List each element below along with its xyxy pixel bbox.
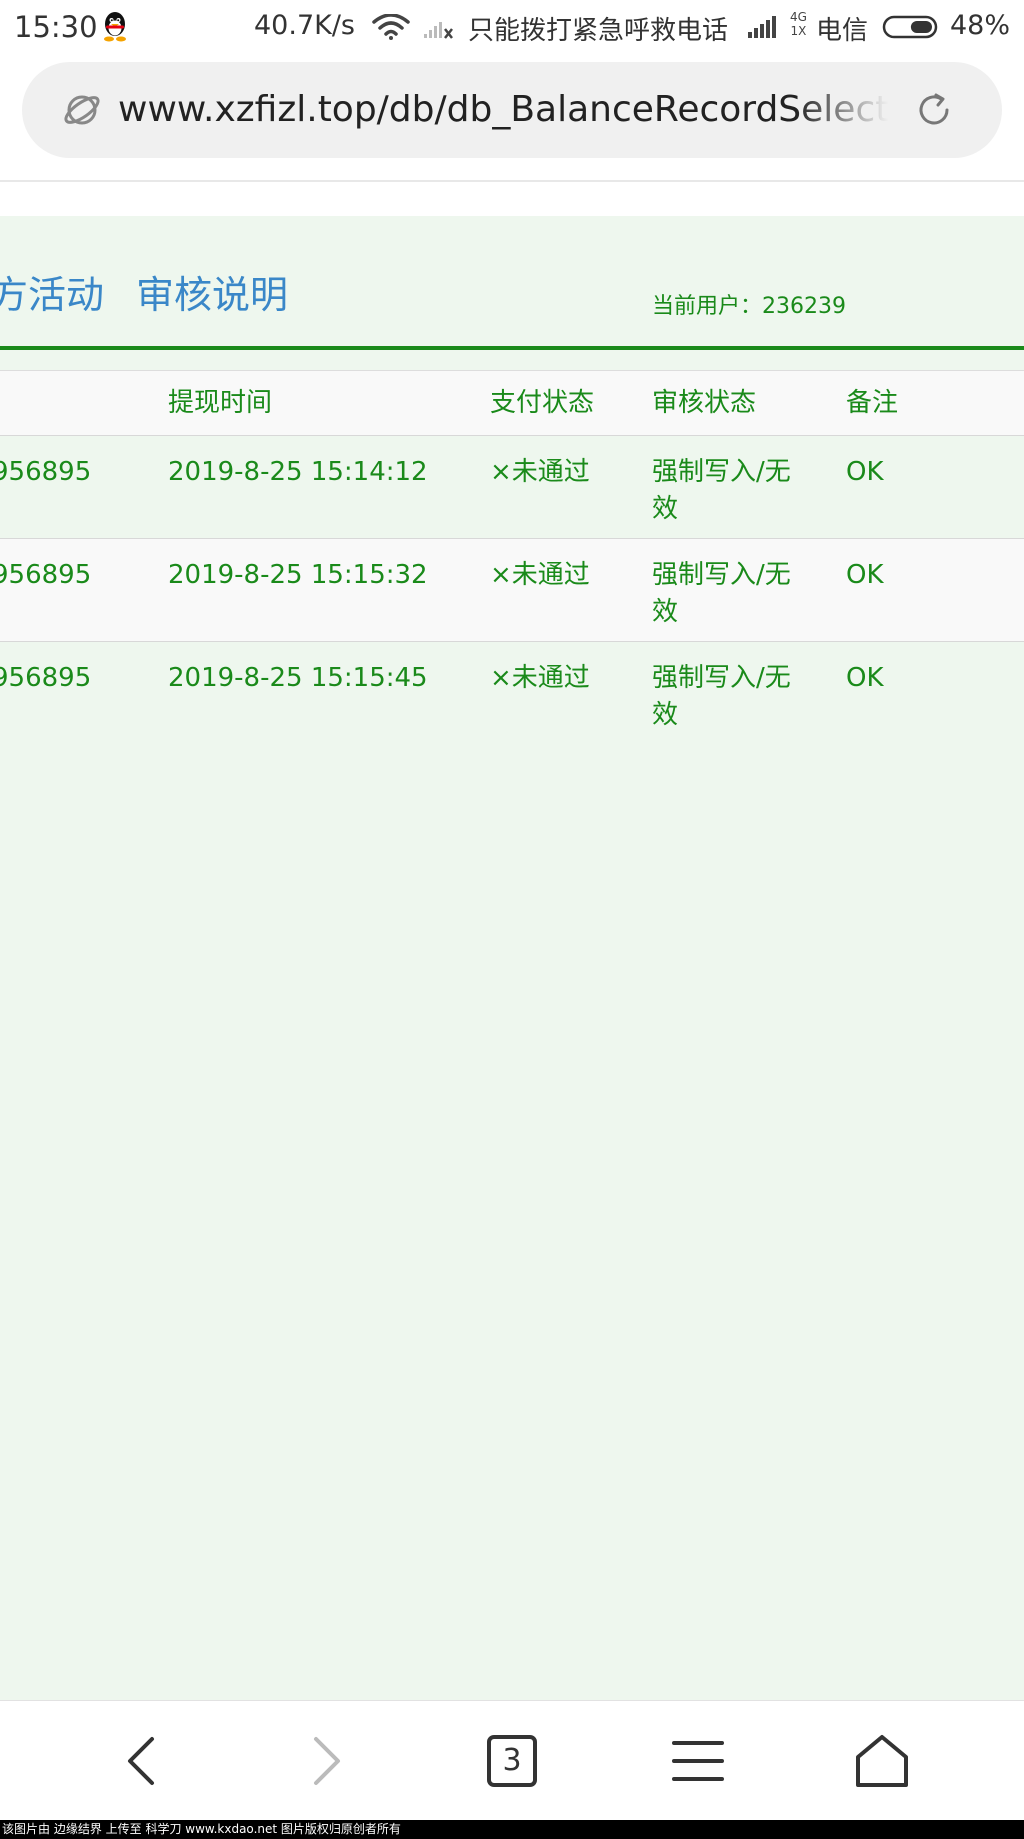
table-header-row: 提现时间 支付状态 审核状态 备注 <box>0 370 1024 436</box>
pay-status-cell: ×未通过 <box>490 457 590 487</box>
status-bar: 15:30 40.7K/s 只能拨打紧急呼救电话 4G 1X 电信 48% <box>0 0 1024 54</box>
tabs-button[interactable]: 3 <box>482 1731 542 1791</box>
nav-link-audit-rules[interactable]: 审核说明 <box>136 264 288 319</box>
audit-status-cell: 强制写入/无效 <box>652 663 791 730</box>
back-icon[interactable] <box>112 1731 172 1791</box>
carrier-name: 电信 <box>816 16 869 46</box>
pay-status-cell: ×未通过 <box>490 560 590 590</box>
menu-icon[interactable] <box>668 1731 728 1791</box>
watermark-strip: 该图片由 边缘结界 上传至 科学刀 www.kxdao.net 图片版权归原创者… <box>0 1820 1024 1839</box>
time-cell: 2019-8-25 15:15:45 <box>168 663 428 693</box>
note-cell: OK <box>846 663 884 693</box>
header-note: 备注 <box>846 388 899 418</box>
battery-percentage: 48% <box>950 10 1011 41</box>
nav-links: 方活动 审核说明 <box>0 264 320 319</box>
account-cell: 956895 <box>0 457 92 487</box>
home-icon[interactable] <box>852 1731 912 1791</box>
table-row: 956895 2019-8-25 15:14:12 ×未通过 强制写入/无效 O… <box>0 436 1024 539</box>
network-speed: 40.7K/s <box>254 10 355 41</box>
nav-link-activity[interactable]: 方活动 <box>0 264 104 319</box>
network-type: 4G 1X <box>790 10 807 38</box>
reload-icon[interactable] <box>914 90 954 130</box>
table-row: 956895 2019-8-25 15:15:45 ×未通过 强制写入/无效 O… <box>0 642 1024 745</box>
emergency-only-text: 只能拨打紧急呼救电话 <box>468 16 729 46</box>
qq-penguin-icon <box>104 12 126 42</box>
table-row: 956895 2019-8-25 15:15:32 ×未通过 强制写入/无效 O… <box>0 539 1024 642</box>
header-audit-status: 审核状态 <box>652 388 757 418</box>
time-cell: 2019-8-25 15:14:12 <box>168 457 428 487</box>
signal-icon <box>748 16 776 38</box>
battery-icon <box>882 15 938 39</box>
wifi-icon <box>372 14 410 40</box>
page-content: 方活动 审核说明 当前用户：236239 提现时间 支付状态 审核状态 备注 95… <box>0 216 1024 1700</box>
audit-status-cell: 强制写入/无效 <box>652 560 791 627</box>
withdrawal-records-table: 提现时间 支付状态 审核状态 备注 956895 2019-8-25 15:14… <box>0 370 1024 745</box>
divider <box>0 180 1024 182</box>
pay-status-cell: ×未通过 <box>490 663 590 693</box>
tab-count: 3 <box>502 1743 522 1778</box>
no-signal-icon <box>424 22 453 39</box>
audit-status-cell: 强制写入/无效 <box>652 457 791 524</box>
address-bar[interactable]: www.xzfizl.top/db/db_BalanceRecordSelect… <box>22 62 1002 158</box>
account-cell: 956895 <box>0 663 92 693</box>
planet-icon <box>64 95 100 125</box>
account-cell: 956895 <box>0 560 92 590</box>
current-user: 当前用户：236239 <box>652 294 846 319</box>
green-divider <box>0 346 1024 350</box>
status-time: 15:30 <box>14 10 98 44</box>
browser-bottom-nav: 3 <box>0 1700 1024 1820</box>
note-cell: OK <box>846 560 884 590</box>
header-pay-status: 支付状态 <box>490 388 595 418</box>
forward-icon[interactable] <box>296 1731 356 1791</box>
header-withdraw-time: 提现时间 <box>168 388 273 418</box>
time-cell: 2019-8-25 15:15:32 <box>168 560 428 590</box>
note-cell: OK <box>846 457 884 487</box>
url-text[interactable]: www.xzfizl.top/db/db_BalanceRecordSelect… <box>118 62 888 158</box>
